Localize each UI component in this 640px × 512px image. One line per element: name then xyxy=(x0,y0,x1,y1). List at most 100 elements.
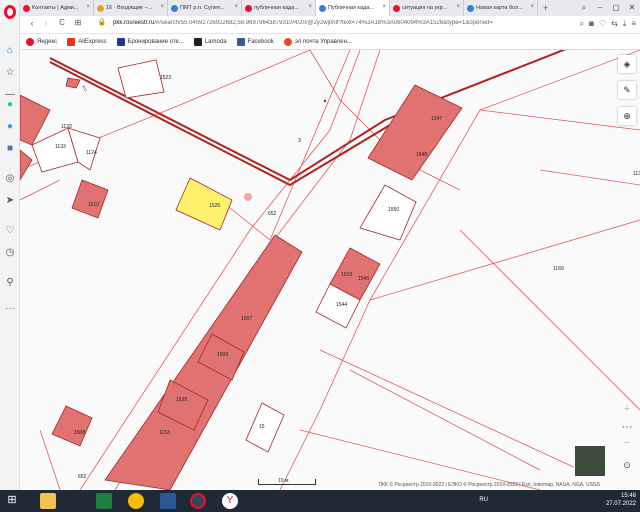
measure-button[interactable]: ✎ xyxy=(618,81,636,99)
basemap-switcher[interactable] xyxy=(574,445,606,477)
url-field[interactable]: pkk.rosreestr.ru/#/search/55.04592726922… xyxy=(113,20,533,26)
file-explorer-icon[interactable] xyxy=(40,493,56,509)
boundary-lines xyxy=(20,50,640,490)
parcel-label: 1510 xyxy=(88,202,99,208)
close-icon[interactable]: × xyxy=(160,4,164,10)
opera-menu-button[interactable] xyxy=(2,4,18,20)
aliexpress-icon xyxy=(67,37,76,46)
chrome-icon[interactable] xyxy=(128,493,144,509)
send-icon[interactable]: ➤ xyxy=(2,192,18,208)
forward-button[interactable]: › xyxy=(40,18,52,28)
parcels xyxy=(20,59,463,490)
bookmark-label: эл почта Управлен... xyxy=(294,38,352,45)
bookmark-lamoda[interactable]: Lamoda xyxy=(193,37,227,46)
parcel-label: 1548 xyxy=(416,152,427,158)
flow-icon[interactable]: ⇆ xyxy=(611,19,618,29)
tab[interactable]: 16 · Входящие –... × xyxy=(94,0,168,16)
excel-icon[interactable] xyxy=(96,493,112,509)
clock[interactable]: 15:48 27.07.2022 xyxy=(606,492,636,508)
zoom-out-button[interactable]: − xyxy=(620,436,634,450)
menu-icon[interactable]: ≡ xyxy=(631,19,636,29)
lock-icon[interactable]: 🔒 xyxy=(96,18,108,26)
map-point xyxy=(323,99,327,103)
map-marker[interactable] xyxy=(244,193,252,201)
heart-icon[interactable]: ♡ xyxy=(2,222,18,238)
bookmark-facebook[interactable]: Facebook xyxy=(236,37,274,46)
bookmark-yandex[interactable]: Яндекс xyxy=(26,37,57,46)
close-icon[interactable]: × xyxy=(382,4,386,10)
whatsapp-icon[interactable]: ● xyxy=(2,96,18,112)
opera-taskbar-icon[interactable] xyxy=(190,493,206,509)
tab-active[interactable]: Публичная када... × xyxy=(316,0,390,16)
player-icon[interactable]: ◎ xyxy=(2,170,18,186)
maximize-icon[interactable]: ▢ xyxy=(608,0,624,16)
parcel-label: 1169 xyxy=(553,266,564,272)
search-tabs-icon[interactable]: ⌕ xyxy=(576,0,592,16)
tab-favicon xyxy=(467,4,474,12)
bookmark-booking[interactable]: Бронирование оте... xyxy=(116,37,184,46)
history-icon[interactable]: ◷ xyxy=(2,244,18,260)
more-icon[interactable]: ··· xyxy=(2,300,18,316)
camera-icon[interactable]: ◙ xyxy=(589,19,594,29)
bookmark-aliexpress[interactable]: AliExpress xyxy=(67,37,107,46)
tab-favicon xyxy=(171,4,178,12)
tab[interactable]: ПМТ р.п. Сулея... × xyxy=(168,0,242,16)
extensions-icon[interactable]: ⚲ xyxy=(2,274,18,290)
zoom-more-button[interactable]: ··· xyxy=(620,420,634,434)
parcel-label: 1550 xyxy=(388,207,399,213)
tab-favicon xyxy=(319,4,326,12)
locate-button[interactable]: ⊕ xyxy=(618,107,636,125)
cadastral-map[interactable]: 1523 1133 1133 1124 1510 1526 1550 1548 1547 1516… xyxy=(20,50,640,490)
tab[interactable]: Контакты | Адми... × xyxy=(20,0,94,16)
mail-icon xyxy=(283,37,292,46)
address-bar: ‹ › C ⊞ 🔒 pkk.rosreestr.ru/#/search/55.0… xyxy=(20,16,640,34)
close-icon[interactable]: × xyxy=(234,4,238,10)
clock-time: 15:48 xyxy=(620,493,636,499)
close-icon[interactable]: × xyxy=(456,4,460,10)
back-button[interactable]: ‹ xyxy=(26,18,38,28)
language-indicator[interactable]: RU xyxy=(479,497,488,503)
bookmark-label: AliExpress xyxy=(78,38,107,45)
bookmark-label: Lamoda xyxy=(204,38,227,45)
tab-favicon xyxy=(23,4,30,12)
bookmark-mail[interactable]: эл почта Управлен... xyxy=(283,37,352,46)
tab[interactable]: Новая карта бол... × xyxy=(464,0,538,16)
close-icon[interactable]: × xyxy=(308,4,312,10)
lamoda-icon xyxy=(193,37,202,46)
download-icon[interactable]: ⤓ xyxy=(623,19,627,29)
layers-button[interactable]: ◈ xyxy=(618,55,636,73)
locate-me-icon[interactable]: ⊙ xyxy=(620,458,634,472)
tab[interactable]: публичная када... × xyxy=(242,0,316,16)
speed-dial-button[interactable]: ⊞ xyxy=(72,18,84,27)
start-icon[interactable]: ⊞ xyxy=(4,493,20,509)
parcel-label: 1509 xyxy=(217,352,228,358)
zoom-in-button[interactable]: + xyxy=(620,402,634,416)
word-icon[interactable] xyxy=(160,493,176,509)
window-controls: ⌕ – ▢ ✕ xyxy=(576,0,640,16)
reload-button[interactable]: C xyxy=(56,18,68,27)
parcel-label: 15 xyxy=(259,424,265,430)
yandex-browser-icon[interactable]: Y xyxy=(222,493,238,509)
map-canvas[interactable]: 1523 1133 1133 1124 1510 1526 1550 1548 1547 1516… xyxy=(20,50,640,490)
home-icon[interactable]: ⌂ xyxy=(2,42,18,58)
minimize-icon[interactable]: – xyxy=(592,0,608,16)
close-window-icon[interactable]: ✕ xyxy=(624,0,640,16)
parcel-left-top xyxy=(20,94,51,146)
search-icon[interactable]: ⌕ xyxy=(580,19,584,29)
close-icon[interactable]: × xyxy=(530,4,534,10)
parcel-label: 1546 xyxy=(358,276,369,282)
tab[interactable]: ситуация на укр... × xyxy=(390,0,464,16)
url-host: pkk.rosreestr.ru xyxy=(113,20,155,26)
parcel-label: 1516 xyxy=(341,272,352,278)
telegram-icon[interactable]: ● xyxy=(2,118,18,134)
parcel-label: 1508 xyxy=(74,430,85,436)
star-icon[interactable]: ☆ xyxy=(2,64,18,80)
browser-window: { "browser": { "tabs": [ {"label": "Конт… xyxy=(0,0,640,512)
vk-icon[interactable]: ■ xyxy=(2,140,18,156)
new-tab-button[interactable]: + xyxy=(538,0,553,16)
close-icon[interactable]: × xyxy=(86,4,90,10)
scale-label: 10 м xyxy=(278,478,289,484)
bookmark-icon[interactable]: ♡ xyxy=(599,19,606,29)
opera-sidebar: ⌂ ☆ — ● ● ■ ◎ ➤ ♡ ◷ ⚲ ··· xyxy=(0,0,20,490)
parcel-label: 1535 xyxy=(176,397,187,403)
